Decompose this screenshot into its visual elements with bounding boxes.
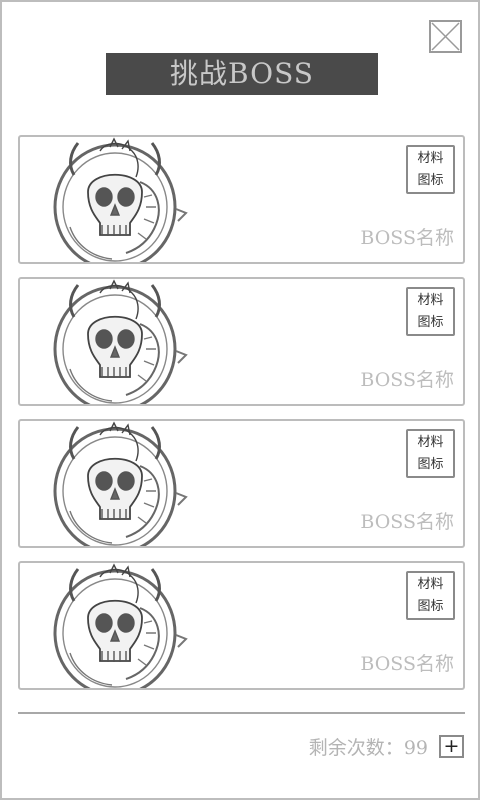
boss-card[interactable]: 材料 图标 BOSS名称 [18, 561, 465, 690]
material-icon[interactable]: 材料 图标 [406, 571, 455, 620]
boss-card[interactable]: 材料 图标 BOSS名称 [18, 277, 465, 406]
boss-name: BOSS名称 [360, 511, 454, 533]
remaining-attempts: 剩余次数：99 [309, 733, 428, 760]
material-icon[interactable]: 材料 图标 [406, 287, 455, 336]
material-icon-label-line2: 图标 [417, 315, 444, 330]
material-icon-label-line2: 图标 [417, 457, 444, 472]
remaining-count: 99 [403, 737, 428, 759]
material-icon[interactable]: 材料 图标 [406, 145, 455, 194]
skull-dragon-emblem-icon [53, 137, 188, 262]
challenge-boss-dialog: 挑战BOSS 材料 图标 BOSS名称 材料 图标 BOSS名称 材料 图标 B… [0, 0, 480, 800]
remaining-label: 剩余次数： [308, 737, 404, 759]
boss-name: BOSS名称 [360, 653, 454, 675]
dialog-title: 挑战BOSS [106, 53, 378, 95]
boss-card[interactable]: 材料 图标 BOSS名称 [18, 135, 465, 264]
material-icon-label-line1: 材料 [417, 435, 444, 450]
boss-name: BOSS名称 [360, 227, 454, 249]
close-x-icon [431, 22, 460, 51]
close-button[interactable] [429, 20, 462, 53]
boss-list: 材料 图标 BOSS名称 材料 图标 BOSS名称 材料 图标 BOSS名称 材… [18, 135, 465, 703]
material-icon-label-line2: 图标 [417, 599, 444, 614]
material-icon-label-line2: 图标 [417, 173, 444, 188]
material-icon-label-line1: 材料 [417, 151, 444, 166]
footer-divider [18, 712, 465, 714]
add-attempts-button[interactable]: + [439, 735, 464, 758]
material-icon[interactable]: 材料 图标 [406, 429, 455, 478]
skull-dragon-emblem-icon [53, 279, 188, 404]
boss-name: BOSS名称 [360, 369, 454, 391]
skull-dragon-emblem-icon [53, 563, 188, 688]
material-icon-label-line1: 材料 [417, 293, 444, 308]
material-icon-label-line1: 材料 [417, 577, 444, 592]
skull-dragon-emblem-icon [53, 421, 188, 546]
boss-card[interactable]: 材料 图标 BOSS名称 [18, 419, 465, 548]
